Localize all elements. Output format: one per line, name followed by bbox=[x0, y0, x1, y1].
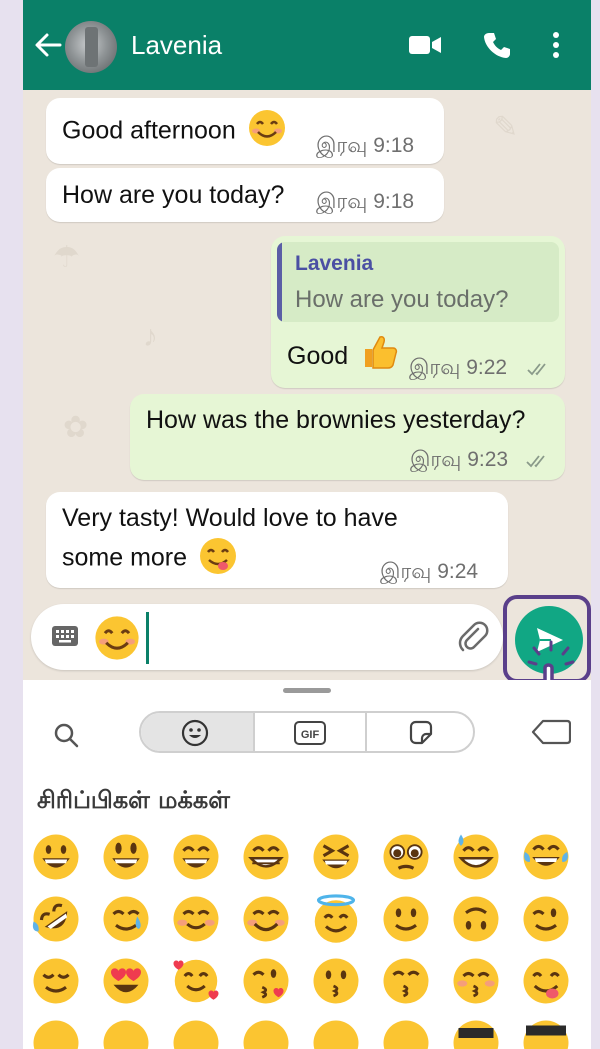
quoted-message[interactable]: Lavenia How are you today? bbox=[277, 242, 559, 322]
read-ticks-icon bbox=[527, 363, 546, 376]
message-text: How are you today? bbox=[62, 181, 285, 209]
phone-screen: Lavenia ✎ ☂ ♪ ✿ ☆ ✈ Good afternoon இரவு bbox=[23, 0, 591, 1049]
face-emoji[interactable] bbox=[381, 1018, 431, 1049]
phone-call-icon[interactable] bbox=[483, 31, 511, 59]
face-emoji[interactable] bbox=[101, 1018, 151, 1049]
face-emoji[interactable] bbox=[31, 1018, 81, 1049]
text-cursor bbox=[146, 612, 149, 664]
emoji-tabs: GIF bbox=[139, 711, 475, 753]
tab-gif[interactable]: GIF bbox=[253, 713, 365, 751]
drag-handle[interactable] bbox=[283, 688, 331, 693]
message-text: Good bbox=[287, 342, 349, 370]
relieved-face-emoji[interactable] bbox=[31, 956, 81, 1006]
avatar[interactable] bbox=[65, 21, 117, 73]
read-ticks-icon bbox=[526, 455, 545, 468]
message-time: இரவு 9:22 bbox=[409, 356, 508, 379]
tab-sticker[interactable] bbox=[365, 713, 473, 751]
grinning-big-eyes-emoji[interactable] bbox=[101, 832, 151, 882]
tab-emoji[interactable] bbox=[141, 713, 253, 751]
smiling-face-emoji bbox=[95, 616, 139, 660]
halo-face-emoji[interactable] bbox=[311, 894, 361, 944]
incoming-message[interactable]: How are you today? இரவு 9:18 bbox=[46, 168, 444, 222]
emoji-panel: GIF சிரிப்பிகள் மக்கள் bbox=[23, 680, 591, 1049]
kissing-closed-eyes-emoji[interactable] bbox=[451, 956, 501, 1006]
kissing-smiling-eyes-emoji[interactable] bbox=[381, 956, 431, 1006]
face-emoji[interactable] bbox=[171, 1018, 221, 1049]
quoted-text: How are you today? bbox=[295, 286, 509, 313]
rolling-laughing-emoji[interactable] bbox=[31, 894, 81, 944]
smiling-blushing-emoji[interactable] bbox=[171, 894, 221, 944]
message-input[interactable] bbox=[31, 604, 503, 670]
holding-back-tears-emoji[interactable] bbox=[381, 832, 431, 882]
heart-eyes-emoji[interactable] bbox=[101, 956, 151, 1006]
message-time: இரவு 9:18 bbox=[316, 134, 415, 157]
chat-area: ✎ ☂ ♪ ✿ ☆ ✈ Good afternoon இரவு 9:18 How… bbox=[23, 90, 591, 680]
message-text-line1: Very tasty! Would love to have bbox=[62, 504, 398, 532]
kissing-face-emoji[interactable] bbox=[311, 956, 361, 1006]
quoted-sender: Lavenia bbox=[295, 252, 374, 275]
smiley-icon bbox=[181, 719, 209, 747]
tears-of-joy-emoji[interactable] bbox=[521, 832, 571, 882]
incoming-message[interactable]: Good afternoon இரவு 9:18 bbox=[46, 98, 444, 164]
face-emoji[interactable] bbox=[311, 1018, 361, 1049]
face-blowing-kiss-emoji[interactable] bbox=[241, 956, 291, 1006]
message-text: Good afternoon bbox=[62, 116, 236, 145]
sunglasses-face-emoji[interactable] bbox=[521, 1018, 571, 1049]
thumbs-up-emoji bbox=[365, 336, 398, 370]
keyboard-icon[interactable] bbox=[51, 625, 79, 647]
message-text: How was the brownies yesterday? bbox=[146, 406, 526, 434]
chat-header: Lavenia bbox=[23, 0, 591, 90]
video-call-icon[interactable] bbox=[409, 33, 441, 57]
message-text-line2: some more bbox=[62, 543, 188, 572]
smiling-eyes-emoji[interactable] bbox=[241, 894, 291, 944]
gif-icon: GIF bbox=[294, 721, 326, 745]
paperclip-icon[interactable] bbox=[456, 620, 490, 654]
contact-name[interactable]: Lavenia bbox=[131, 30, 222, 61]
grinning-face-emoji[interactable] bbox=[31, 832, 81, 882]
nerd-face-emoji[interactable] bbox=[451, 1018, 501, 1049]
beaming-face-emoji[interactable] bbox=[241, 832, 291, 882]
winking-face-emoji[interactable] bbox=[521, 894, 571, 944]
search-icon[interactable] bbox=[53, 722, 79, 748]
message-time: இரவு 9:23 bbox=[410, 448, 509, 471]
outgoing-message[interactable]: How was the brownies yesterday? இரவு 9:2… bbox=[130, 394, 565, 480]
upside-down-face-emoji[interactable] bbox=[451, 894, 501, 944]
sticker-icon bbox=[409, 720, 433, 745]
smiling-tear-emoji[interactable] bbox=[101, 894, 151, 944]
incoming-message[interactable]: Very tasty! Would love to have some more… bbox=[46, 492, 508, 588]
emoji-category-title: சிரிப்பிகள் மக்கள் bbox=[37, 786, 230, 814]
more-options-icon[interactable] bbox=[551, 31, 561, 59]
message-time: இரவு 9:18 bbox=[316, 190, 415, 213]
yum-face-emoji[interactable] bbox=[521, 956, 571, 1006]
back-arrow-icon[interactable] bbox=[33, 30, 63, 60]
yum-face-emoji bbox=[200, 538, 236, 574]
outgoing-message[interactable]: Lavenia How are you today? Good இரவு 9:2… bbox=[271, 236, 565, 388]
slightly-smiling-emoji[interactable] bbox=[381, 894, 431, 944]
backspace-icon[interactable] bbox=[531, 718, 571, 746]
grinning-smiling-eyes-emoji[interactable] bbox=[171, 832, 221, 882]
gif-label: GIF bbox=[301, 729, 320, 741]
grinning-sweat-emoji[interactable] bbox=[451, 832, 501, 882]
message-time: இரவு 9:24 bbox=[380, 560, 479, 583]
squinting-face-emoji[interactable] bbox=[311, 832, 361, 882]
face-emoji[interactable] bbox=[241, 1018, 291, 1049]
smiling-face-emoji bbox=[248, 110, 285, 146]
smiling-hearts-emoji[interactable] bbox=[171, 956, 221, 1006]
